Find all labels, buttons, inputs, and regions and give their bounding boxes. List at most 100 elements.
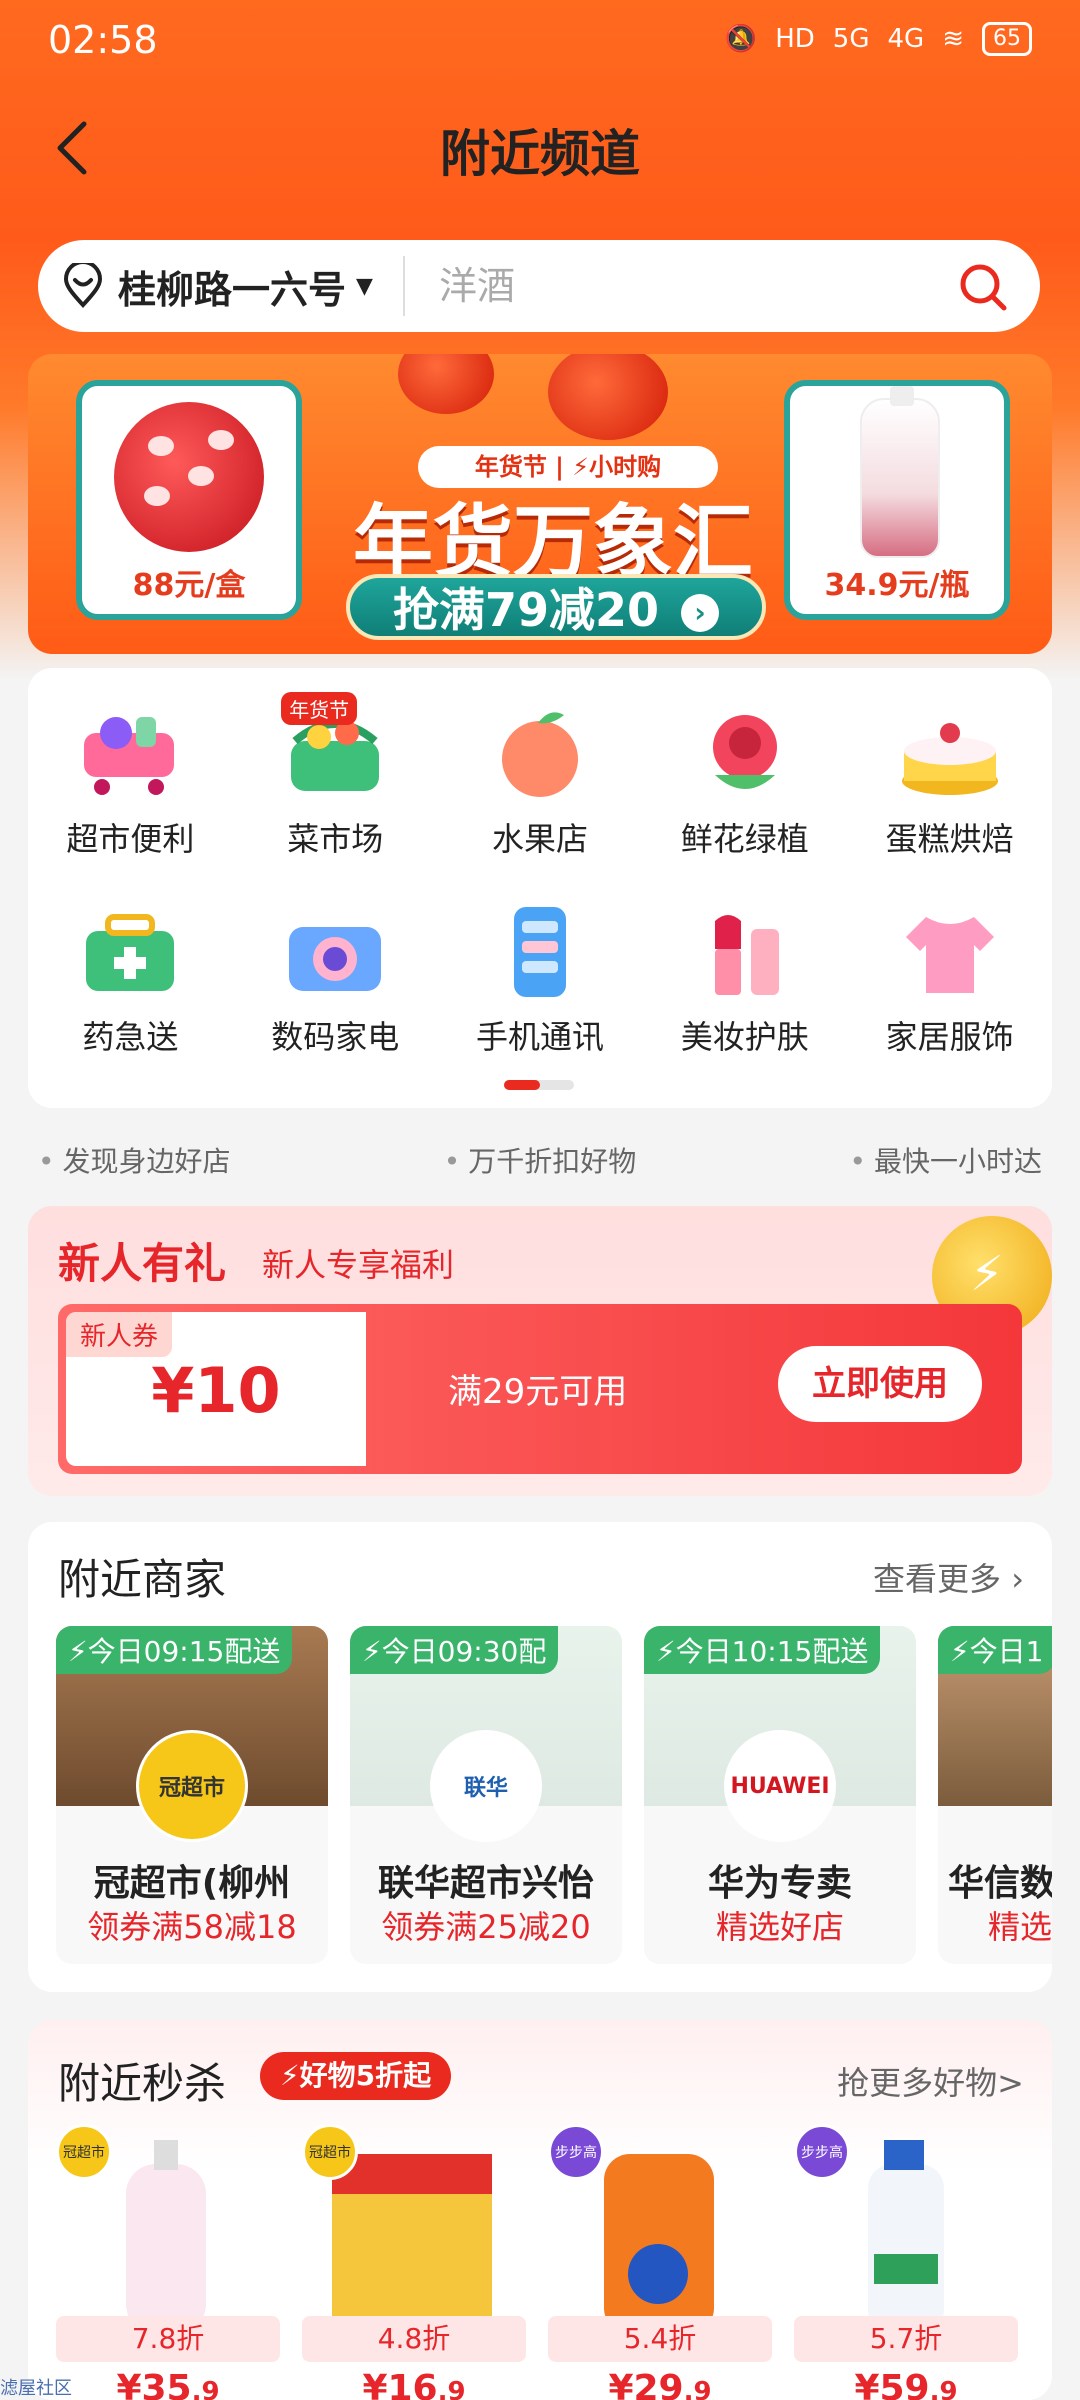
store-logo: 步步高 — [548, 2124, 604, 2180]
coupon-card[interactable]: 新人券 ¥10 满29元可用 立即使用 — [58, 1304, 1022, 1474]
product-list: 冠超市 7.8折 ¥35.9 冠超市 4.8折 ¥16.9 步步高 5.4折 ¥… — [56, 2124, 1018, 2400]
rose-icon — [685, 698, 805, 808]
price-main: ¥35 — [116, 2368, 192, 2400]
search-input[interactable] — [438, 264, 919, 308]
shop-logo: 冠超市 — [136, 1730, 248, 1842]
status-time: 02:58 — [48, 18, 158, 62]
category-label: 鲜花绿植 — [680, 820, 809, 858]
store-logo-text: 冠超市 — [63, 2145, 105, 2161]
shirt-icon — [890, 896, 1010, 1006]
more-deals-link[interactable]: 抢更多好物> — [837, 2058, 1024, 2104]
category-label: 菜市场 — [287, 820, 384, 858]
coupon-tag: 新人券 — [66, 1312, 173, 1357]
promo-banner[interactable]: 88元/盒 年货节 | ⚡小时购 年货万象汇 抢满79减20 › 34.9元/瓶 — [28, 354, 1052, 654]
nav-bar: 附近频道 — [0, 100, 1080, 200]
shop-promo: 精选好店 — [715, 1908, 844, 1946]
location-pin-icon[interactable] — [60, 263, 106, 309]
product-price: ¥59.9 — [794, 2368, 1018, 2400]
shopping-cart-icon — [70, 698, 190, 808]
product-card[interactable]: 冠超市 4.8折 ¥16.9 — [302, 2124, 526, 2400]
product-price: ¥29.9 — [548, 2368, 772, 2400]
category-bakery[interactable]: 蛋糕烘焙 — [847, 698, 1052, 860]
category-medicine[interactable]: 药急送 — [28, 896, 233, 1058]
bottom-note: 滤屋社区 — [0, 2378, 72, 2399]
shop-logo-text: 冠超市 — [158, 1776, 225, 1801]
new-user-subtitle: 新人专享福利 — [262, 1246, 455, 1284]
product-card[interactable]: 步步高 5.4折 ¥29.9 — [548, 2124, 772, 2400]
shop-card[interactable]: ⚡今日1 华信数 精选 — [938, 1626, 1052, 1964]
price-main: ¥29 — [608, 2368, 684, 2400]
coupon-condition: 满29元可用 — [448, 1372, 628, 1412]
store-logo: 冠超市 — [56, 2124, 112, 2180]
shop-logo-text: 联华 — [463, 1776, 508, 1801]
price-cents: .9 — [683, 2377, 712, 2400]
status-bar: 02:58 🔕 HD 5G 4G ≋ 65 — [0, 0, 1080, 80]
banner-product-strawberry[interactable]: 88元/盒 — [76, 380, 302, 620]
feature-item: 发现身边好店 — [38, 1140, 231, 1180]
shop-card[interactable]: ⚡今日09:15配送 冠超市 冠超市(柳州 领券满58减18 — [56, 1626, 328, 1964]
location-selector[interactable]: 桂柳路一六号 — [118, 259, 346, 314]
category-label: 超市便利 — [66, 820, 195, 858]
arrow-right-icon: › — [681, 594, 720, 632]
new-user-title: 新人有礼 — [58, 1239, 227, 1288]
price-cents: .9 — [929, 2377, 958, 2400]
banner-right-price: 34.9元/瓶 — [824, 568, 970, 603]
category-label: 药急送 — [82, 1018, 179, 1056]
use-now-button[interactable]: 立即使用 — [778, 1346, 982, 1422]
page-indicator — [504, 1080, 574, 1090]
product-card[interactable]: 步步高 5.7折 ¥59.9 — [794, 2124, 1018, 2400]
delivery-badge: ⚡今日09:30配 — [350, 1626, 559, 1674]
category-beauty[interactable]: 美妆护肤 — [642, 896, 847, 1058]
product-discount: 5.4折 — [548, 2316, 772, 2362]
price-cents: .9 — [191, 2377, 220, 2400]
battery-icon: 65 — [982, 22, 1032, 56]
flash-sale-tag: ⚡好物5折起 — [260, 2052, 452, 2100]
banner-cta-button[interactable]: 抢满79减20 › — [346, 574, 766, 640]
caret-down-icon[interactable]: ▼ — [356, 274, 373, 299]
category-phones[interactable]: 手机通讯 — [438, 896, 643, 1058]
search-icon[interactable] — [956, 260, 1010, 314]
delivery-badge: ⚡今日09:15配送 — [56, 1626, 293, 1674]
signal-5g-icon: 5G — [832, 24, 870, 54]
banner-product-handsoap[interactable]: 34.9元/瓶 — [784, 380, 1010, 620]
lipstick-icon — [685, 896, 805, 1006]
shop-name: 联华超市兴怡 — [377, 1863, 594, 1904]
product-discount: 7.8折 — [56, 2316, 280, 2362]
product-card[interactable]: 冠超市 7.8折 ¥35.9 — [56, 2124, 280, 2400]
delivery-badge: ⚡今日1 — [938, 1626, 1052, 1674]
category-supermarket[interactable]: 超市便利 — [28, 698, 233, 860]
search-bar: 桂柳路一六号 ▼ — [38, 240, 1040, 332]
peach-icon — [480, 698, 600, 808]
strawberry-image — [114, 402, 264, 552]
category-vegetable-market[interactable]: 年货节 菜市场 — [233, 692, 438, 860]
shop-name: 华信数 — [948, 1863, 1052, 1904]
category-fruit[interactable]: 水果店 — [438, 698, 643, 860]
category-label: 家居服饰 — [885, 1018, 1014, 1056]
category-label: 蛋糕烘焙 — [885, 820, 1014, 858]
category-label: 手机通讯 — [475, 1018, 604, 1056]
basket-icon: 年货节 — [275, 692, 395, 808]
shop-promo: 领券满58减18 — [87, 1908, 297, 1946]
page-title: 附近频道 — [440, 125, 640, 183]
category-digital[interactable]: 数码家电 — [233, 896, 438, 1058]
status-icons: 🔕 HD 5G 4G ≋ 65 — [725, 22, 1032, 56]
medicine-box-icon — [70, 896, 190, 1006]
view-more-link[interactable]: 查看更多 › — [873, 1554, 1024, 1600]
price-main: ¥16 — [362, 2368, 438, 2400]
nearby-shops-section: 附近商家 查看更多 › ⚡今日09:15配送 冠超市 冠超市(柳州 领券满58减… — [28, 1522, 1052, 1992]
shop-card[interactable]: ⚡今日09:30配 联华 联华超市兴怡 领券满25减20 — [350, 1626, 622, 1964]
feature-item: 最快一小时达 — [849, 1140, 1042, 1180]
section-title: 附近秒杀 — [58, 2059, 227, 2108]
shop-card[interactable]: ⚡今日10:15配送 HUAWEI 华为专卖 精选好店 — [644, 1626, 916, 1964]
banner-cta-label: 抢满79减20 — [392, 583, 659, 637]
camera-icon — [275, 896, 395, 1006]
delivery-badge: ⚡今日10:15配送 — [644, 1626, 881, 1674]
feature-item: 万千折扣好物 — [444, 1140, 636, 1180]
category-home-apparel[interactable]: 家居服饰 — [847, 896, 1052, 1058]
shop-promo: 精选 — [988, 1908, 1052, 1946]
coupon-amount: ¥10 — [151, 1354, 281, 1427]
category-label: 美妆护肤 — [680, 1018, 809, 1056]
category-flowers[interactable]: 鲜花绿植 — [642, 698, 847, 860]
shop-logo: HUAWEI — [724, 1730, 836, 1842]
product-discount: 5.7折 — [794, 2316, 1018, 2362]
